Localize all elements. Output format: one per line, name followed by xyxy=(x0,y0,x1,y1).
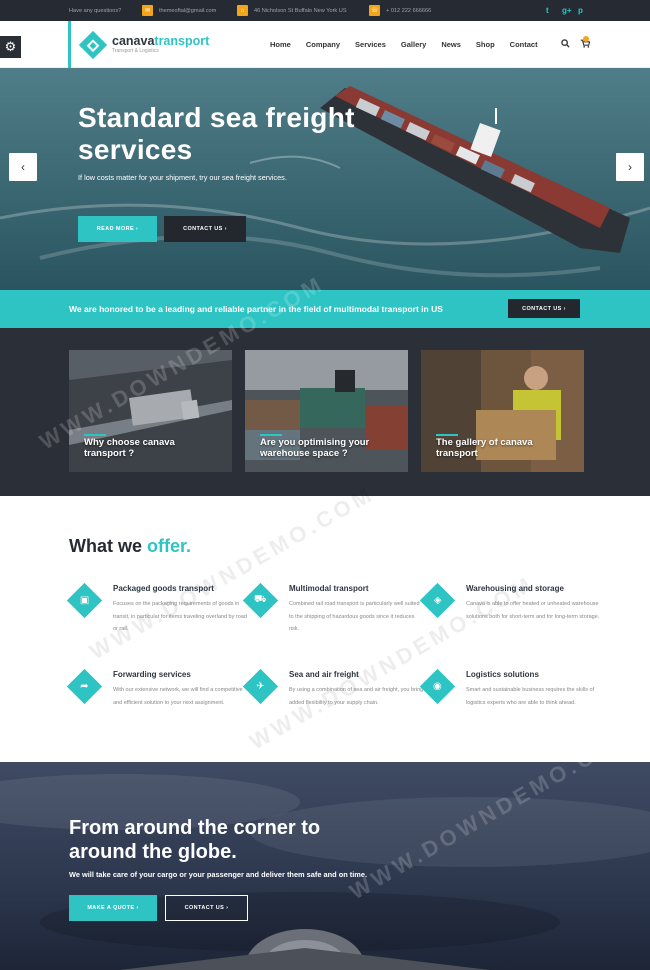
offer-section: What we offer. ▣ Packaged goods transpor… xyxy=(0,496,650,762)
cube-icon: ◈ xyxy=(419,582,456,619)
read-more-button[interactable]: Read more › xyxy=(78,216,157,242)
question-text: Have any questions? xyxy=(69,7,122,14)
card-accent-line xyxy=(260,434,282,436)
promo-band: We are honored to be a leading and relia… xyxy=(0,290,650,328)
service-card[interactable]: Why choose canava transport ? xyxy=(69,350,232,472)
hero-contact-button[interactable]: Contact us › xyxy=(164,216,246,242)
card-accent-line xyxy=(436,434,458,436)
card-title: Are you optimising your warehouse space … xyxy=(260,437,370,459)
settings-gear-icon[interactable]: ⚙ xyxy=(0,36,21,58)
logo-diamond-icon xyxy=(78,30,108,59)
hero-subtitle: If low costs matter for your shipment, t… xyxy=(78,173,287,182)
feature-title: Warehousing and storage xyxy=(466,584,564,593)
twitter-icon[interactable]: t xyxy=(546,0,549,21)
nav-shop[interactable]: Shop xyxy=(476,40,495,49)
feature-title: Packaged goods transport xyxy=(113,584,214,593)
sky-airplane-image xyxy=(0,774,650,970)
service-card[interactable]: Are you optimising your warehouse space … xyxy=(245,350,408,472)
box-icon: ▣ xyxy=(66,582,103,619)
offer-title: What we offer. xyxy=(69,536,192,556)
nav-news[interactable]: News xyxy=(441,40,461,49)
hero-title: Standard sea freight services xyxy=(78,102,355,165)
feature-text: Focuses on the packaging requirements of… xyxy=(113,601,247,632)
feature-title: Forwarding services xyxy=(113,670,191,679)
cta-section: From around the corner to around the glob… xyxy=(0,762,650,970)
logo-tagline: Transport & Logistics xyxy=(112,48,159,54)
feature-text: With our extensive network, we will find… xyxy=(113,687,243,706)
site-logo[interactable]: canavatransport Transport & Logistics xyxy=(68,21,218,68)
band-contact-button[interactable]: Contact us › xyxy=(508,299,580,318)
slider-prev-button[interactable]: ‹ xyxy=(9,153,37,181)
email-contact[interactable]: ✉ themeoftal@gmail.com xyxy=(142,0,216,21)
feature-text: Smart and sustainable business requires … xyxy=(466,687,595,706)
pinterest-icon[interactable]: p xyxy=(578,0,583,21)
nav-company[interactable]: Company xyxy=(306,40,340,49)
cta-contact-button[interactable]: Contact us › xyxy=(165,895,248,921)
header-icons xyxy=(561,21,591,68)
truck-icon: ⛟ xyxy=(242,582,279,619)
logo-text: canavatransport xyxy=(112,34,210,48)
forward-icon: ➦ xyxy=(66,668,103,705)
main-nav: Home Company Services Gallery News Shop … xyxy=(270,21,553,68)
hero-slider: ‹ › Standard sea freight services If low … xyxy=(0,68,650,290)
feature-text: Combined rail road transport is particul… xyxy=(289,601,420,632)
map-pin-icon: ⌂ xyxy=(237,5,248,16)
phone-contact[interactable]: ☏ + 012 222 666666 xyxy=(369,0,431,21)
slider-next-button[interactable]: › xyxy=(616,153,644,181)
phone-icon: ☏ xyxy=(369,5,380,16)
cta-text: We will take care of your cargo or your … xyxy=(69,870,368,879)
address-contact: ⌂ 46 Nicholson St Buffalo New York US xyxy=(237,0,347,21)
card-title: The gallery of canava transport xyxy=(436,437,533,459)
nav-gallery[interactable]: Gallery xyxy=(401,40,426,49)
card-accent-line xyxy=(84,434,106,436)
make-quote-button[interactable]: Make a quote › xyxy=(69,895,157,921)
feature-title: Sea and air freight xyxy=(289,670,359,679)
envelope-icon: ✉ xyxy=(142,5,153,16)
feature-title: Logistics solutions xyxy=(466,670,539,679)
band-text: We are honored to be a leading and relia… xyxy=(69,304,443,314)
search-icon[interactable] xyxy=(561,39,570,50)
nav-home[interactable]: Home xyxy=(270,40,291,49)
cart-count-badge xyxy=(583,36,589,42)
card-title: Why choose canava transport ? xyxy=(84,437,175,459)
cta-title: From around the corner to around the glob… xyxy=(69,817,321,863)
nav-services[interactable]: Services xyxy=(355,40,386,49)
feature-text: Canava is able to offer heated or unheat… xyxy=(466,601,600,620)
feature-title: Multimodal transport xyxy=(289,584,369,593)
service-card[interactable]: The gallery of canava transport xyxy=(421,350,584,472)
google-plus-icon[interactable]: g+ xyxy=(562,0,572,21)
top-bar: Have any questions? ✉ themeoftal@gmail.co… xyxy=(0,0,650,21)
globe-icon: ◉ xyxy=(419,668,456,705)
plane-icon: ✈ xyxy=(242,668,279,705)
feature-text: By using a combination of sea and air fr… xyxy=(289,687,424,706)
nav-contact[interactable]: Contact xyxy=(510,40,538,49)
